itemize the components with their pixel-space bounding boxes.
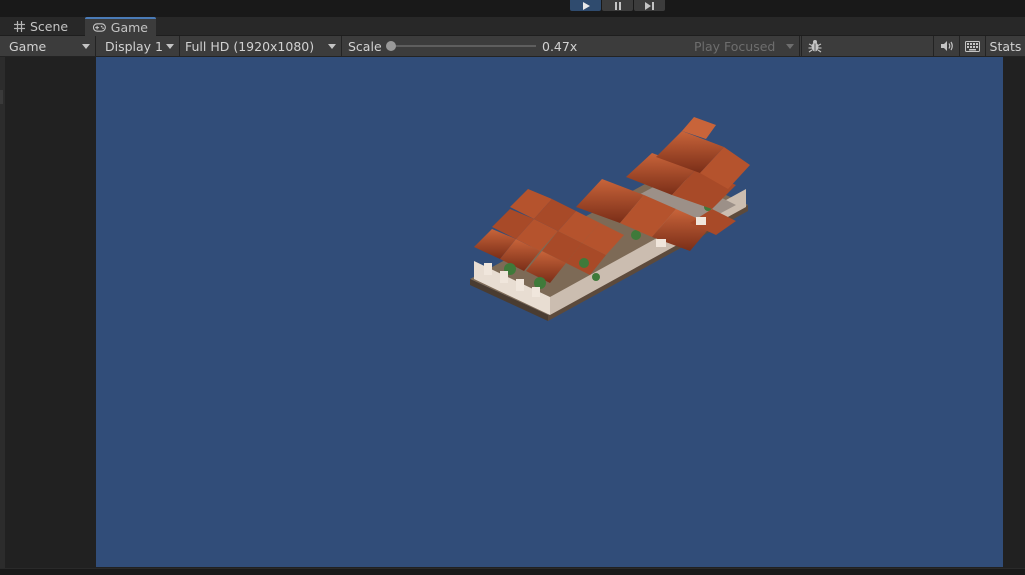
pause-icon xyxy=(614,1,621,10)
grid-icon xyxy=(14,21,25,32)
chevron-down-icon xyxy=(328,44,336,49)
play-mode-value: Play Focused xyxy=(694,38,776,54)
view-mode-value: Game xyxy=(9,38,47,54)
tab-game[interactable]: Game xyxy=(85,17,156,36)
play-button[interactable] xyxy=(570,0,601,11)
keyboard-icon xyxy=(965,40,980,52)
left-panel-edge xyxy=(0,57,5,568)
gamepad-icon xyxy=(93,23,106,32)
scale-slider-handle[interactable] xyxy=(386,41,396,51)
play-controls xyxy=(570,0,665,11)
stats-button[interactable]: Stats xyxy=(985,36,1025,56)
display-dropdown[interactable]: Display 1 xyxy=(101,36,180,56)
tab-game-label: Game xyxy=(110,20,148,35)
bug-icon xyxy=(808,40,821,53)
stats-label: Stats xyxy=(989,38,1022,54)
shortcuts-button[interactable] xyxy=(959,36,985,56)
game-view-toolbar: Game Display 1 Full HD (1920x1080) Scale… xyxy=(0,36,1025,57)
chevron-down-icon xyxy=(786,44,794,49)
speaker-icon xyxy=(940,41,953,51)
mute-audio-button[interactable] xyxy=(933,36,959,56)
resolution-dropdown[interactable]: Full HD (1920x1080) xyxy=(181,36,342,56)
debug-button[interactable] xyxy=(801,36,827,56)
scale-label: Scale xyxy=(348,39,382,54)
status-bar xyxy=(0,568,1025,575)
tab-bar: Scene Game xyxy=(0,17,1025,36)
game-render-area[interactable] xyxy=(96,57,1003,567)
scale-slider-track[interactable] xyxy=(390,45,536,47)
tab-scene-label: Scene xyxy=(30,19,69,34)
tab-scene[interactable]: Scene xyxy=(6,17,84,36)
isometric-temple-complex xyxy=(470,117,750,321)
chevron-down-icon xyxy=(82,44,90,49)
step-icon xyxy=(644,1,654,10)
unity-editor-window: Scene Game Game Display 1 Full HD (1920x… xyxy=(0,0,1025,575)
resolution-value: Full HD (1920x1080) xyxy=(185,38,315,54)
display-value: Display 1 xyxy=(105,38,164,54)
chevron-down-icon xyxy=(166,44,174,49)
pause-button[interactable] xyxy=(602,0,633,11)
play-icon xyxy=(582,1,590,10)
step-button[interactable] xyxy=(634,0,665,11)
panel-resize-handle[interactable] xyxy=(0,90,3,104)
play-toolbar xyxy=(0,0,1025,12)
play-mode-dropdown[interactable]: Play Focused xyxy=(690,36,800,56)
scale-value: 0.47x xyxy=(542,39,578,54)
view-mode-dropdown[interactable]: Game xyxy=(5,36,96,56)
